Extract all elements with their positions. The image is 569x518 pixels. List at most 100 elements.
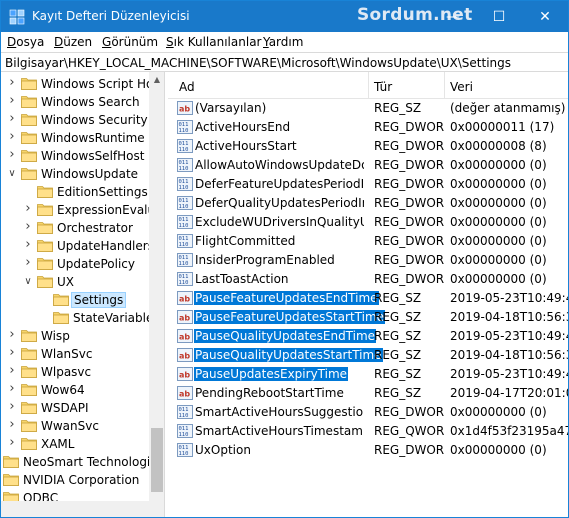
menu-sik-kullanilanlar[interactable]: Sık Kullanılanlar [166, 35, 261, 49]
tree-item-label: Windows Search [41, 95, 140, 109]
tree-item[interactable]: ›NeoSmart Technologies [1, 453, 164, 471]
column-divider[interactable] [368, 72, 369, 99]
key-tree-pane[interactable]: › Windows Script Host › Windows Search › Wind… [1, 72, 165, 517]
value-type: REG_SZ [374, 101, 422, 115]
tree-item[interactable]: › Windows Search [1, 93, 149, 111]
tree-item[interactable]: ›NVIDIA Corporation [1, 471, 149, 489]
tree-item[interactable]: › Windows Script Host [1, 75, 164, 93]
tree-item-label: WindowsUpdate [41, 167, 139, 181]
tree-item[interactable]: › Wisp [1, 327, 149, 345]
list-item[interactable]: 011110LastToastAction REG_DWORD 0x00000000… [168, 270, 568, 289]
list-item[interactable]: 011110DeferQualityUpdatesPeriodInDays REG… [168, 194, 568, 213]
tree-item[interactable]: › Wow64 [1, 381, 149, 399]
chevron-down-icon[interactable]: ∨ [7, 168, 17, 180]
chevron-right-icon[interactable]: › [7, 417, 17, 432]
chevron-right-icon[interactable]: › [7, 327, 17, 342]
tree-vertical-scrollbar[interactable]: ▲ [149, 72, 164, 517]
chevron-right-icon[interactable]: › [7, 111, 17, 126]
list-item[interactable]: 011110ActiveHoursEnd REG_DWORD 0x00000011 … [168, 118, 568, 137]
tree-item[interactable]: › WSDAPI [1, 399, 149, 417]
column-divider[interactable] [444, 72, 445, 99]
chevron-right-icon[interactable]: › [7, 93, 17, 108]
chevron-right-icon[interactable]: › [7, 345, 17, 360]
chevron-right-icon[interactable]: › [7, 129, 17, 144]
chevron-right-icon[interactable]: › [23, 255, 33, 270]
tree-item[interactable]: › Orchestrator [1, 219, 149, 237]
tree-item[interactable]: Settings [1, 291, 149, 309]
value-data: 2019-04-17T20:01:00Z [450, 386, 568, 400]
tree-item[interactable]: › WwanSvc [1, 417, 149, 435]
registry-editor-window: Kayıt Defteri Düzenleyicisi Sordum.net —… [0, 0, 569, 518]
tree-item[interactable]: › WindowsRuntime [1, 129, 149, 147]
list-item[interactable]: 011110AllowAutoWindowsUpdateDownloadOver… [168, 156, 568, 175]
maximize-button[interactable]: ☐ [476, 1, 522, 32]
chevron-right-icon[interactable]: › [23, 201, 33, 216]
tree-item[interactable]: › Windows Security Health [1, 111, 164, 129]
chevron-right-icon[interactable]: › [7, 75, 17, 90]
menu-duzen[interactable]: Düzen [54, 35, 92, 49]
list-item[interactable]: ab PauseQualityUpdatesStartTime REG_SZ 2019… [168, 346, 568, 365]
column-header-type[interactable]: Tür [374, 80, 392, 94]
value-type: REG_QWORD [374, 424, 444, 438]
list-item[interactable]: ab PauseFeatureUpdatesEndTime REG_SZ 2019-0… [168, 289, 568, 308]
tree-item-label: EditionSettings [57, 185, 148, 199]
list-item[interactable]: 011110UxOption REG_DWORD 0x00000000 (0) [168, 441, 568, 460]
scrollbar-thumb[interactable] [151, 428, 163, 492]
list-item[interactable]: ab PauseQualityUpdatesEndTime REG_SZ 2019-0… [168, 327, 568, 346]
chevron-right-icon[interactable]: › [7, 381, 17, 396]
values-list-pane[interactable]: Ad Tür Veri ab (Varsayılan) REG_SZ (değer a… [168, 72, 568, 517]
tree-item[interactable]: ∨ WindowsUpdate [1, 165, 149, 183]
menu-dosya[interactable]: Dosya [7, 35, 44, 49]
menu-gorunum[interactable]: Görünüm [102, 35, 158, 49]
tree-item[interactable]: › UpdatePolicy [1, 255, 149, 273]
tree-horizontal-scrollbar[interactable] [1, 501, 149, 517]
value-name: DeferFeatureUpdatesPeriodInDays [195, 177, 364, 191]
value-data: 0x00000000 (0) [450, 405, 547, 419]
tree-item[interactable]: › XAML [1, 435, 149, 453]
folder-icon [53, 311, 69, 324]
binary-value-icon: 011 110 [177, 234, 193, 248]
value-data: 0x00000008 (8) [450, 139, 547, 153]
chevron-right-icon[interactable]: › [7, 363, 17, 378]
list-item[interactable]: ab (Varsayılan) REG_SZ (değer atanmamış) [168, 99, 568, 118]
folder-icon [21, 113, 37, 126]
chevron-right-icon[interactable]: › [7, 435, 17, 450]
scroll-up-arrow-icon[interactable]: ▲ [149, 72, 164, 88]
tree-item[interactable]: › Wlpasvc [1, 363, 149, 381]
list-item[interactable]: 011110SmartActiveHoursTimestamp REG_QWORD… [168, 422, 568, 441]
column-header-data[interactable]: Veri [450, 80, 473, 94]
value-type: REG_DWORD [374, 196, 444, 210]
menu-yardim[interactable]: Yardım [263, 35, 303, 49]
list-item[interactable]: 011110InsiderProgramEnabled REG_DWORD 0x00… [168, 251, 568, 270]
tree-item[interactable]: › WindowsSelfHost [1, 147, 149, 165]
binary-value-icon: 011 110 [177, 158, 193, 172]
close-button[interactable]: ✕ [522, 1, 568, 32]
list-item[interactable]: ab PauseUpdatesExpiryTime REG_SZ 2019-05-23… [168, 365, 568, 384]
chevron-down-icon[interactable]: ∨ [23, 276, 33, 288]
list-item[interactable]: 011110SmartActiveHoursSuggestionState REG… [168, 403, 568, 422]
tree-item[interactable]: ∨ UX [1, 273, 149, 291]
svg-text:110: 110 [179, 185, 189, 191]
chevron-right-icon[interactable]: › [7, 147, 17, 162]
column-header-name[interactable]: Ad [179, 80, 195, 94]
list-item[interactable]: 011110ExcludeWUDriversInQualityUpdate REG… [168, 213, 568, 232]
tree-item[interactable]: ›ExpressionEvaluators [1, 201, 164, 219]
tree-item[interactable]: › UpdateHandlers [1, 237, 154, 255]
list-item[interactable]: 011110DeferFeatureUpdatesPeriodInDays REG… [168, 175, 568, 194]
chevron-right-icon[interactable]: › [23, 237, 33, 252]
tree-item[interactable]: EditionSettings [1, 183, 149, 201]
address-path[interactable]: Bilgisayar\HKEY_LOCAL_MACHINE\SOFTWARE\M… [5, 56, 511, 70]
value-type: REG_DWORD [374, 177, 444, 191]
menu-label: üzen [63, 35, 93, 49]
tree-item[interactable]: › WlanSvc [1, 345, 149, 363]
minimize-button[interactable]: — [430, 1, 476, 32]
chevron-right-icon[interactable]: › [7, 399, 17, 414]
list-item[interactable]: ab PauseFeatureUpdatesStartTime REG_SZ 2019… [168, 308, 568, 327]
list-item[interactable]: 011110FlightCommitted REG_DWORD 0x00000000… [168, 232, 568, 251]
title-bar[interactable]: Kayıt Defteri Düzenleyicisi Sordum.net —… [1, 1, 568, 32]
tree-item[interactable]: StateVariables [1, 309, 160, 327]
chevron-right-icon[interactable]: › [23, 219, 33, 234]
list-item[interactable]: ab PendingRebootStartTime REG_SZ 2019-04-17… [168, 384, 568, 403]
address-bar[interactable]: Bilgisayar\HKEY_LOCAL_MACHINE\SOFTWARE\M… [1, 52, 568, 72]
list-item[interactable]: 011110ActiveHoursStart REG_DWORD 0x0000000… [168, 137, 568, 156]
